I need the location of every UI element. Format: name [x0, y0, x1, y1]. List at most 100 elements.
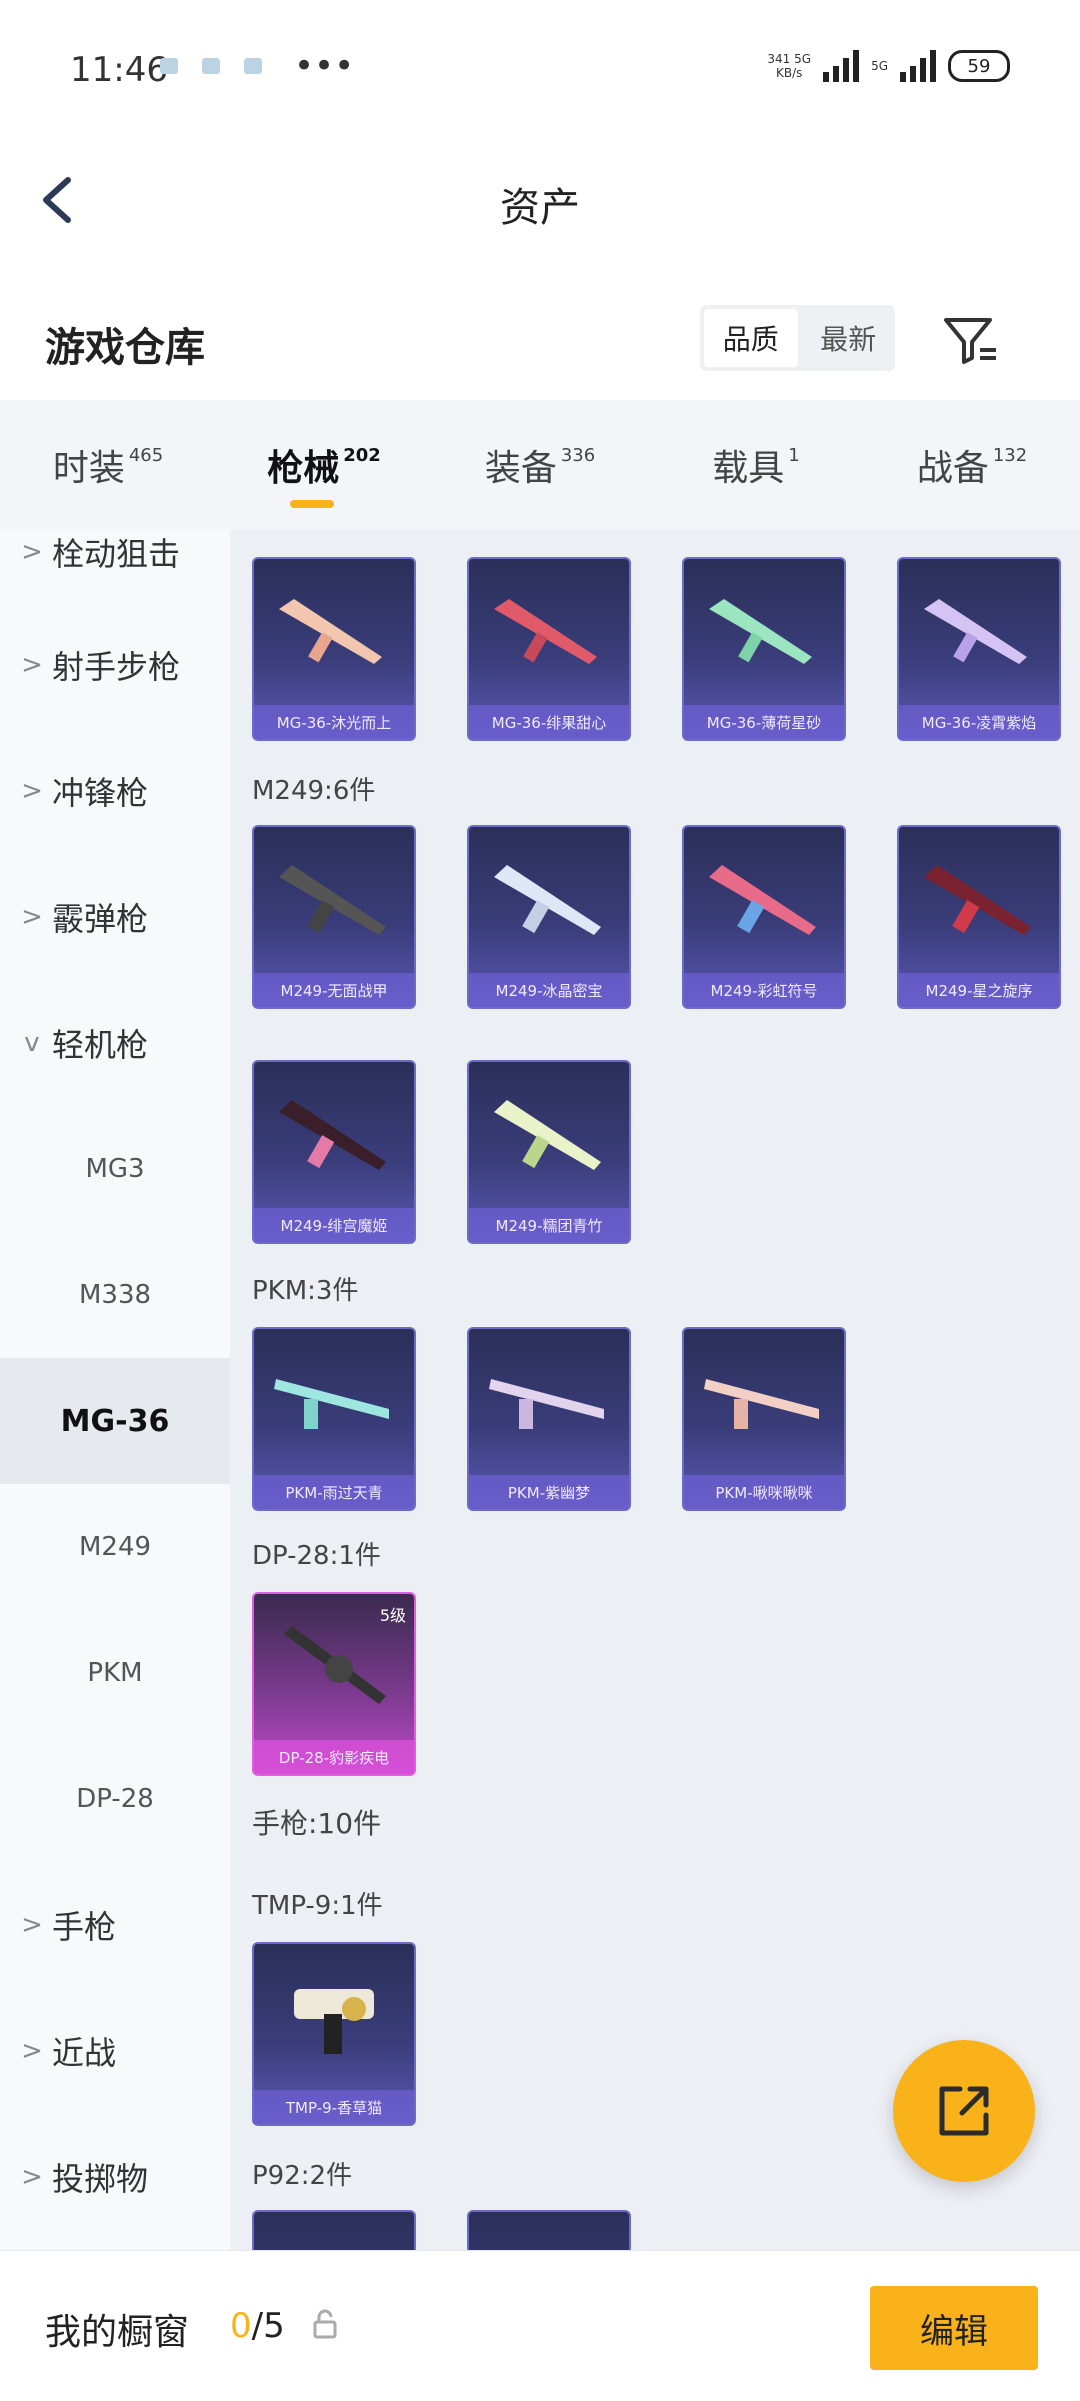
- sim2-label: 5G: [871, 59, 888, 73]
- status-right: 341 5G KB/s 5G 59: [767, 50, 1010, 82]
- signal-icon-2: [900, 50, 936, 82]
- chevron-right-icon: >: [21, 650, 43, 680]
- skin-name: M249-彩虹符号: [684, 973, 844, 1007]
- chevron-right-icon: >: [21, 2036, 43, 2066]
- page-title: 资产: [500, 185, 580, 231]
- category-tabs: 时装 465 枪械 202 装备 336 载具 1 战备 132: [0, 400, 1080, 530]
- notification-icon: [160, 58, 178, 74]
- showcase-bar: 我的橱窗 0/5 编辑: [0, 2250, 1080, 2401]
- sort-quality-button[interactable]: 品质: [704, 309, 798, 367]
- skin-card[interactable]: M249-糯团青竹: [467, 1060, 631, 1244]
- sidebar-subitem-mg3[interactable]: MG3: [0, 1106, 230, 1232]
- tab-vehicles[interactable]: 载具 1: [648, 400, 864, 530]
- skin-card[interactable]: M249-绯宫魔姬: [252, 1060, 416, 1244]
- gun-icon: [494, 599, 597, 664]
- skin-name: MG-36-薄荷星砂: [684, 705, 844, 739]
- share-icon: [939, 2086, 989, 2136]
- skin-card[interactable]: MG-36-绯果甜心: [467, 557, 631, 741]
- showcase-label: 我的橱窗: [45, 2312, 190, 2353]
- tab-weapons[interactable]: 枪械 202: [216, 400, 432, 530]
- skin-card[interactable]: M249-星之旋序: [897, 825, 1061, 1009]
- skin-card[interactable]: TMP-9-香草猫: [252, 1942, 416, 2126]
- gun-icon: [704, 1379, 819, 1429]
- skin-name: TMP-9-香草猫: [254, 2090, 414, 2124]
- sidebar-subitem-pkm[interactable]: PKM: [0, 1610, 230, 1736]
- notification-icons: •••: [160, 46, 355, 86]
- skin-name: M249-星之旋序: [899, 973, 1059, 1007]
- group-title-dp28: DP-28:1件: [252, 1541, 381, 1571]
- notification-icon: [244, 58, 262, 74]
- skin-card[interactable]: MG-36-薄荷星砂: [682, 557, 846, 741]
- gun-icon: [274, 1379, 389, 1429]
- skin-name: MG-36-绯果甜心: [469, 705, 629, 739]
- notification-icon: [202, 58, 220, 74]
- skin-card[interactable]: M249-彩虹符号: [682, 825, 846, 1009]
- sidebar-subitem-dp28[interactable]: DP-28: [0, 1736, 230, 1862]
- sort-newest-button[interactable]: 最新: [802, 305, 896, 371]
- skin-card[interactable]: [252, 2210, 416, 2250]
- sort-toggle: 品质 最新: [700, 305, 895, 371]
- skin-card[interactable]: PKM-雨过天青: [252, 1327, 416, 1511]
- chevron-right-icon: >: [21, 1910, 43, 1940]
- chevron-right-icon: >: [21, 902, 43, 932]
- lock-icon: [313, 2309, 337, 2339]
- sidebar-item-pistol[interactable]: > 手枪: [0, 1862, 230, 1988]
- sidebar-subitem-m249[interactable]: M249: [0, 1484, 230, 1610]
- gun-icon: [279, 865, 386, 935]
- sidebar-item-melee[interactable]: > 近战: [0, 1988, 230, 2114]
- tab-equipment[interactable]: 装备 336: [432, 400, 648, 530]
- battery-icon: 59: [948, 50, 1010, 82]
- filter-icon[interactable]: [940, 310, 1000, 370]
- chevron-right-icon: >: [21, 2162, 43, 2192]
- sidebar-item-shotgun[interactable]: > 霰弹枪: [0, 854, 230, 980]
- gun-icon: [489, 1379, 604, 1429]
- skin-name: PKM-雨过天青: [254, 1475, 414, 1509]
- gun-icon: [709, 865, 816, 935]
- sidebar-item-throwable[interactable]: > 投掷物: [0, 2114, 230, 2240]
- gun-icon: [279, 1100, 386, 1170]
- sidebar-item-marksman[interactable]: > 射手步枪: [0, 602, 230, 728]
- group-title-pistol: 手枪:10件: [252, 1807, 382, 1840]
- more-notifications-icon: •••: [294, 46, 355, 86]
- skin-name: M249-糯团青竹: [469, 1208, 629, 1242]
- gun-icon: [709, 599, 812, 664]
- skin-card[interactable]: MG-36-凌霄紫焰: [897, 557, 1061, 741]
- signal-icon: [823, 50, 860, 82]
- gun-icon: [924, 865, 1031, 935]
- showcase-count: 0/5: [230, 2306, 285, 2346]
- skin-card[interactable]: PKM-啾咪啾咪: [682, 1327, 846, 1511]
- sidebar-subitem-mg36[interactable]: MG-36: [0, 1358, 230, 1484]
- skin-card[interactable]: M249-冰晶密宝: [467, 825, 631, 1009]
- sidebar-item-bolt-sniper[interactable]: > 栓动狙击: [0, 530, 230, 602]
- sidebar-item-smg[interactable]: > 冲锋枪: [0, 728, 230, 854]
- group-title-p92: P92:2件: [252, 2161, 353, 2191]
- net-speed: 341 5G KB/s: [767, 52, 812, 80]
- skin-name: PKM-紫幽梦: [469, 1475, 629, 1509]
- group-title-pkm: PKM:3件: [252, 1276, 359, 1306]
- sidebar-item-lmg[interactable]: v 轻机枪: [0, 980, 230, 1106]
- page-header: 资产: [0, 130, 1080, 270]
- skin-name: M249-绯宫魔姬: [254, 1208, 414, 1242]
- skin-name: MG-36-凌霄紫焰: [899, 705, 1059, 739]
- skin-card[interactable]: PKM-紫幽梦: [467, 1327, 631, 1511]
- tab-supplies[interactable]: 战备 132: [864, 400, 1080, 530]
- group-title-tmp9: TMP-9:1件: [252, 1891, 383, 1921]
- share-button[interactable]: [893, 2040, 1035, 2182]
- sidebar-subitem-m338[interactable]: M338: [0, 1232, 230, 1358]
- gun-icon: [279, 599, 382, 664]
- skin-name: M249-冰晶密宝: [469, 973, 629, 1007]
- chevron-right-icon: >: [21, 537, 43, 567]
- skin-name: MG-36-沐光而上: [254, 705, 414, 739]
- skin-card[interactable]: M249-无面战甲: [252, 825, 416, 1009]
- status-time: 11:46: [70, 50, 168, 90]
- weapon-type-sidebar: > 栓动狙击 > 射手步枪 > 冲锋枪 > 霰弹枪 v 轻机枪 MG3 M338 MG-3…: [0, 530, 230, 2250]
- skin-card[interactable]: [467, 2210, 631, 2250]
- chevron-right-icon: >: [21, 776, 43, 806]
- edit-button[interactable]: 编辑: [870, 2286, 1038, 2370]
- warehouse-bar: 游戏仓库 品质 最新: [0, 270, 1080, 400]
- skin-card[interactable]: 5级 DP-28-豹影疾电: [252, 1592, 416, 1776]
- tab-fashion[interactable]: 时装 465: [0, 400, 216, 530]
- skin-card[interactable]: MG-36-沐光而上: [252, 557, 416, 741]
- chevron-down-icon: v: [24, 1028, 40, 1058]
- group-title-m249: M249:6件: [252, 776, 376, 806]
